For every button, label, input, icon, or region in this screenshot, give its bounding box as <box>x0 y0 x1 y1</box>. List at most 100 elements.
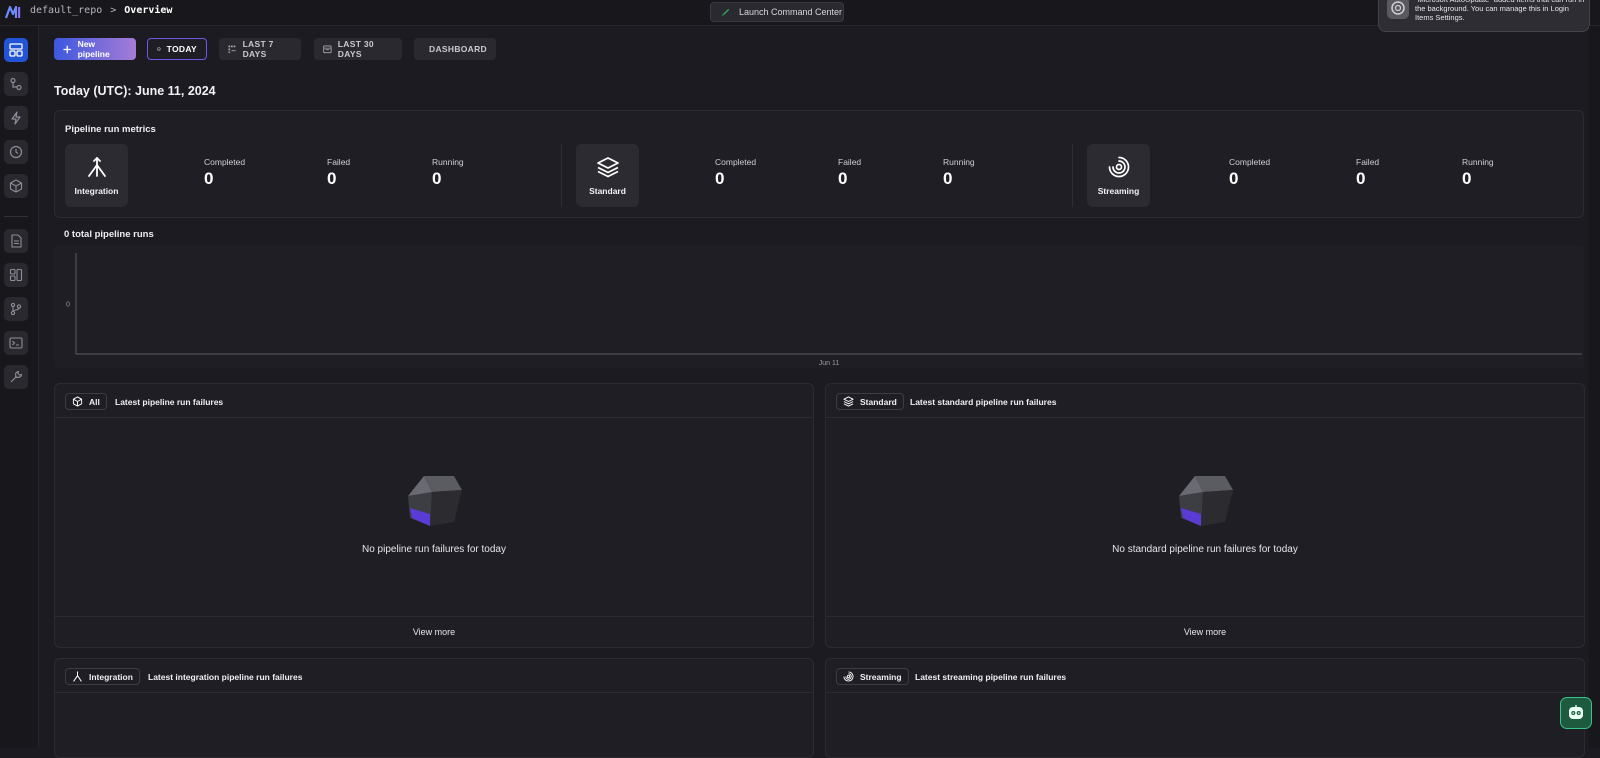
launch-command-center-label: Launch Command Center <box>739 7 842 17</box>
stat-label: Completed <box>204 157 245 167</box>
panel-header: All Latest pipeline run failures <box>55 384 813 418</box>
tab-dashboard-label: DASHBOARD <box>429 44 487 54</box>
robot-icon <box>1566 703 1586 723</box>
terminal-icon <box>9 336 23 350</box>
stat-value: 0 <box>943 169 975 189</box>
sidebar-item-runs[interactable] <box>4 140 28 164</box>
x-tick-label: Jun 11 <box>819 360 840 367</box>
document-icon <box>9 234 23 248</box>
calendar-month-icon <box>323 44 332 54</box>
tab-last-30-days[interactable]: LAST 30 DAYS <box>314 38 402 60</box>
sidebar-item-version-control[interactable] <box>4 297 28 321</box>
sidebar-item-terminal[interactable] <box>4 331 28 355</box>
streaming-icon <box>843 671 854 682</box>
stat-value: 0 <box>1356 169 1379 189</box>
stat-value: 0 <box>1462 169 1494 189</box>
integration-tile-label: Integration <box>75 186 119 196</box>
integration-completed-stat: Completed 0 <box>204 157 245 189</box>
tab-last-30-days-label: LAST 30 DAYS <box>338 39 393 59</box>
standard-completed-stat: Completed 0 <box>715 157 756 189</box>
stat-value: 0 <box>432 169 464 189</box>
chip-all: All <box>65 393 107 410</box>
streaming-failed-stat: Failed 0 <box>1356 157 1379 189</box>
sidebar-item-files[interactable] <box>4 229 28 253</box>
pipeline-icon <box>9 77 23 91</box>
chip-label: Standard <box>860 397 897 407</box>
panel-title: Latest standard pipeline run failures <box>910 397 1056 407</box>
cube-icon <box>72 396 83 407</box>
tab-today[interactable]: TODAY <box>147 38 207 60</box>
standard-failures-panel: Standard Latest standard pipeline run fa… <box>825 383 1585 648</box>
breadcrumb-current: Overview <box>124 5 172 16</box>
metrics-divider <box>561 144 562 207</box>
stat-label: Completed <box>1229 157 1270 167</box>
streaming-completed-stat: Completed 0 <box>1229 157 1270 189</box>
standard-failed-stat: Failed 0 <box>838 157 861 189</box>
breadcrumb-separator: > <box>110 5 116 16</box>
view-more-link[interactable]: View more <box>55 616 813 647</box>
stat-value: 0 <box>715 169 756 189</box>
streaming-tile-label: Streaming <box>1098 186 1140 196</box>
plus-icon <box>63 45 72 54</box>
empty-message: No standard pipeline run failures for to… <box>1112 544 1298 555</box>
clock-icon <box>9 145 23 159</box>
integration-icon <box>72 671 83 682</box>
wrench-icon <box>9 370 23 384</box>
breadcrumb: default_repo > Overview <box>30 5 172 16</box>
standard-tile: Standard <box>576 144 639 207</box>
chip-standard: Standard <box>836 393 904 410</box>
chip-integration: Integration <box>65 668 140 685</box>
integration-running-stat: Running 0 <box>432 157 464 189</box>
all-failures-panel: All Latest pipeline run failures No pipe… <box>54 383 814 648</box>
rocket-icon <box>720 7 731 18</box>
assistant-robot-button[interactable] <box>1560 697 1592 729</box>
breadcrumb-repo[interactable]: default_repo <box>30 5 102 16</box>
panel-title: Latest integration pipeline run failures <box>148 672 302 682</box>
streaming-tile: Streaming <box>1087 144 1150 207</box>
stat-label: Failed <box>838 157 861 167</box>
chip-streaming: Streaming <box>836 668 909 685</box>
sidebar-item-overview[interactable] <box>4 38 28 62</box>
tab-last-7-days[interactable]: LAST 7 DAYS <box>219 38 301 60</box>
new-pipeline-button[interactable]: New pipeline <box>54 38 136 60</box>
sidebar <box>0 26 39 748</box>
empty-state: No pipeline run failures for today <box>55 468 813 555</box>
metrics-divider <box>1072 144 1073 207</box>
stat-value: 0 <box>838 169 861 189</box>
tab-dashboard[interactable]: DASHBOARD <box>414 38 496 60</box>
integration-icon <box>85 156 109 178</box>
sidebar-divider <box>4 216 28 217</box>
standard-tile-label: Standard <box>589 186 626 196</box>
empty-cube-illustration <box>1173 468 1237 532</box>
system-notification[interactable]: “Microsoft AutoUpdate” added items that … <box>1378 0 1590 32</box>
streaming-icon <box>1107 156 1131 178</box>
sidebar-item-triggers[interactable] <box>4 106 28 130</box>
streaming-failures-panel: Streaming Latest streaming pipeline run … <box>825 658 1585 758</box>
layers-icon <box>843 396 854 407</box>
page-title: Today (UTC): June 11, 2024 <box>54 84 216 98</box>
launch-command-center-button[interactable]: Launch Command Center <box>710 2 844 22</box>
git-branch-icon <box>9 302 23 316</box>
sidebar-item-blocks[interactable] <box>4 174 28 198</box>
block-icon <box>9 179 23 193</box>
standard-running-stat: Running 0 <box>943 157 975 189</box>
sidebar-item-settings[interactable] <box>4 365 28 389</box>
tab-today-label: TODAY <box>167 44 197 54</box>
scrollbar[interactable] <box>1589 26 1600 748</box>
mage-logo-icon[interactable] <box>5 4 21 20</box>
stat-label: Running <box>432 157 464 167</box>
chip-label: Streaming <box>860 672 902 682</box>
y-tick-label: 0 <box>66 302 70 309</box>
tab-last-7-days-label: LAST 7 DAYS <box>243 39 292 59</box>
empty-message: No pipeline run failures for today <box>362 544 506 555</box>
stat-label: Running <box>943 157 975 167</box>
autoupdate-icon <box>1387 0 1409 19</box>
view-more-link[interactable]: View more <box>826 616 1584 647</box>
sidebar-item-templates[interactable] <box>4 263 28 287</box>
stat-label: Running <box>1462 157 1494 167</box>
layers-icon <box>596 156 620 178</box>
layout-icon <box>9 43 23 57</box>
stat-label: Completed <box>715 157 756 167</box>
top-bar: default_repo > Overview Launch Command C… <box>0 0 1600 26</box>
sidebar-item-pipelines[interactable] <box>4 72 28 96</box>
